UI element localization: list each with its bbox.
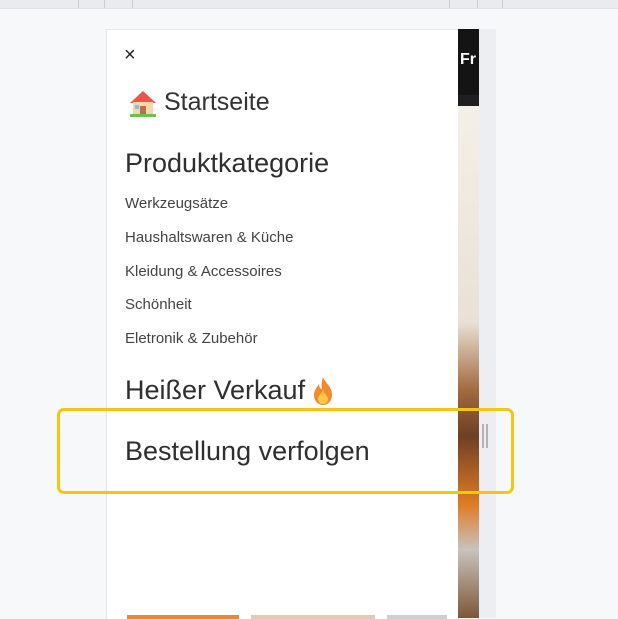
top-bar-divider [477, 0, 478, 8]
scroll-handle[interactable] [482, 424, 488, 448]
category-item-schoenheit[interactable]: Schönheit [125, 296, 293, 330]
background-page-content [457, 49, 479, 618]
thumbnail[interactable] [127, 615, 239, 619]
highlight-box [57, 408, 514, 494]
close-icon[interactable]: × [124, 45, 136, 65]
thumbnail[interactable] [387, 615, 447, 619]
thumbnail[interactable] [251, 615, 375, 619]
drawer-bottom-thumbnails [127, 615, 458, 619]
top-bar-divider [104, 0, 105, 8]
category-item-haushaltswaren[interactable]: Haushaltswaren & Küche [125, 229, 293, 263]
top-bar-divider [449, 0, 450, 8]
nav-item-home[interactable]: Startseite [128, 88, 270, 117]
category-list: Werkzeugsätze Haushaltswaren & Küche Kle… [125, 195, 293, 364]
nav-item-hot-sale[interactable]: Heißer Verkauf [125, 375, 335, 406]
fire-emoji-icon [314, 376, 333, 405]
category-item-elektronik[interactable]: Eletronik & Zubehör [125, 330, 293, 364]
category-item-werkzeugsaetze[interactable]: Werkzeugsätze [125, 195, 293, 229]
nav-item-hot-sale-label: Heißer Verkauf [125, 375, 306, 405]
browser-top-bar [0, 0, 618, 9]
category-heading: Produktkategorie [125, 148, 330, 178]
background-header-text: Fr [460, 51, 476, 68]
house-emoji-icon [130, 90, 156, 117]
top-bar-divider [502, 0, 503, 8]
viewport-gutter [479, 29, 496, 618]
nav-item-home-label: Startseite [164, 88, 270, 116]
top-bar-divider [132, 0, 133, 8]
category-item-kleidung[interactable]: Kleidung & Accessoires [125, 263, 293, 297]
navigation-drawer: × Startseite Produktkategorie Werkzeugsä… [106, 29, 458, 619]
top-bar-divider [78, 0, 79, 8]
